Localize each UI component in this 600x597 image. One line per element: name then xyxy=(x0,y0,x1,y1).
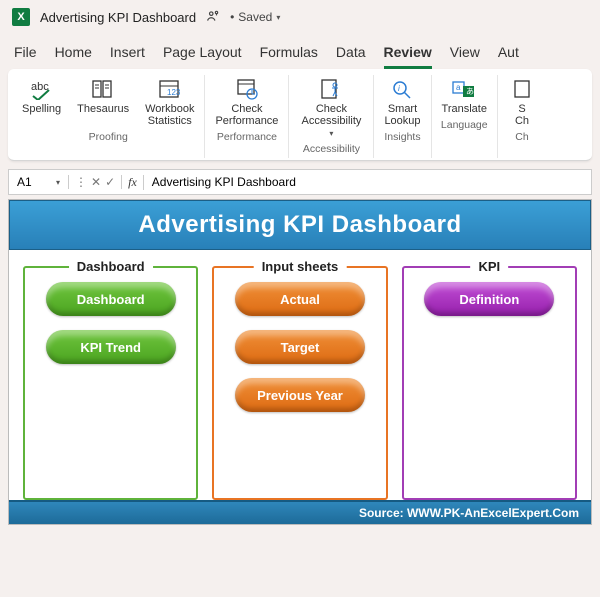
panel-input-sheets: Input sheets Actual Target Previous Year xyxy=(212,266,387,500)
panel-title-input: Input sheets xyxy=(254,259,347,274)
thesaurus-icon xyxy=(89,77,117,101)
document-title: Advertising KPI Dashboard xyxy=(40,10,196,25)
btn-actual[interactable]: Actual xyxy=(235,282,365,316)
svg-text:あ: あ xyxy=(466,87,474,96)
dashboard-footer: Source: WWW.PK-AnExcelExpert.Com xyxy=(9,500,591,524)
tab-automate[interactable]: Aut xyxy=(498,44,519,69)
name-box[interactable]: A1 ▾ xyxy=(9,175,69,189)
tab-page-layout[interactable]: Page Layout xyxy=(163,44,242,69)
btn-previous-year[interactable]: Previous Year xyxy=(235,378,365,412)
saved-status[interactable]: •Saved ▾ xyxy=(230,10,280,24)
excel-logo-icon: X xyxy=(12,8,30,26)
formula-bar-buttons: ⋮ ✕ ✓ xyxy=(69,175,122,189)
performance-icon xyxy=(233,77,261,101)
group-insights: i Smart Lookup Insights xyxy=(374,75,431,158)
group-label-accessibility: Accessibility xyxy=(303,143,360,158)
panel-dashboard: Dashboard Dashboard KPI Trend xyxy=(23,266,198,500)
check-accessibility-button[interactable]: Check Accessibility ▾ xyxy=(295,75,367,141)
ribbon-tabs: File Home Insert Page Layout Formulas Da… xyxy=(0,34,600,69)
chevron-down-icon: ▾ xyxy=(276,13,280,22)
changes-icon xyxy=(508,77,536,101)
ribbon-body: abc Spelling Thesaurus 123 Workbook Stat… xyxy=(8,69,592,161)
tab-review[interactable]: Review xyxy=(384,44,432,69)
workbook-statistics-button[interactable]: 123 Workbook Statistics xyxy=(141,75,198,129)
thesaurus-button[interactable]: Thesaurus xyxy=(73,75,133,129)
enter-icon[interactable]: ✓ xyxy=(105,175,115,189)
title-bar: X Advertising KPI Dashboard •Saved ▾ xyxy=(0,0,600,34)
tab-file[interactable]: File xyxy=(14,44,37,69)
group-performance: Check Performance Performance xyxy=(205,75,289,158)
formula-bar-input[interactable]: Advertising KPI Dashboard xyxy=(144,175,591,189)
group-label-insights: Insights xyxy=(384,131,420,146)
tab-formulas[interactable]: Formulas xyxy=(260,44,318,69)
btn-definition[interactable]: Definition xyxy=(424,282,554,316)
check-performance-button[interactable]: Check Performance xyxy=(211,75,282,129)
saved-label: Saved xyxy=(238,10,272,24)
svg-text:a: a xyxy=(456,83,461,92)
group-label-language: Language xyxy=(441,119,488,134)
translate-button[interactable]: aあ Translate xyxy=(438,75,491,117)
show-changes-button[interactable]: S Ch xyxy=(504,75,540,129)
svg-text:i: i xyxy=(398,84,400,93)
group-proofing: abc Spelling Thesaurus 123 Workbook Stat… xyxy=(12,75,205,158)
accessibility-icon xyxy=(317,77,345,101)
translate-icon: aあ xyxy=(450,77,478,101)
statistics-icon: 123 xyxy=(156,77,184,101)
dashboard-header: Advertising KPI Dashboard xyxy=(9,200,591,250)
spelling-button[interactable]: abc Spelling xyxy=(18,75,65,129)
tab-data[interactable]: Data xyxy=(336,44,366,69)
cancel-icon[interactable]: ✕ xyxy=(91,175,101,189)
chevron-down-icon: ▾ xyxy=(56,178,60,187)
panel-title-dashboard: Dashboard xyxy=(69,259,153,274)
group-accessibility: Check Accessibility ▾ Accessibility xyxy=(289,75,374,158)
tab-insert[interactable]: Insert xyxy=(110,44,145,69)
btn-target[interactable]: Target xyxy=(235,330,365,364)
dashboard-body: Dashboard Dashboard KPI Trend Input shee… xyxy=(9,250,591,500)
chevron-down-icon: ▾ xyxy=(329,129,333,138)
group-label-changes: Ch xyxy=(515,131,528,146)
group-label-proofing: Proofing xyxy=(89,131,128,146)
share-icon[interactable] xyxy=(206,9,220,26)
group-label-performance: Performance xyxy=(217,131,277,146)
formula-bar-more-icon[interactable]: ⋮ xyxy=(75,175,87,189)
spreadsheet-canvas: Advertising KPI Dashboard Dashboard Dash… xyxy=(8,199,592,525)
group-language: aあ Translate Language xyxy=(432,75,498,158)
tab-home[interactable]: Home xyxy=(55,44,92,69)
panel-title-kpi: KPI xyxy=(470,259,508,274)
btn-kpi-trend[interactable]: KPI Trend xyxy=(46,330,176,364)
svg-text:123: 123 xyxy=(167,88,181,97)
group-changes: S Ch Ch xyxy=(498,75,546,158)
smart-lookup-button[interactable]: i Smart Lookup xyxy=(380,75,424,129)
smart-lookup-icon: i xyxy=(388,77,416,101)
formula-bar: A1 ▾ ⋮ ✕ ✓ fx Advertising KPI Dashboard xyxy=(8,169,592,195)
spelling-icon: abc xyxy=(28,77,56,101)
fx-icon[interactable]: fx xyxy=(122,175,144,190)
tab-view[interactable]: View xyxy=(450,44,480,69)
btn-dashboard[interactable]: Dashboard xyxy=(46,282,176,316)
panel-kpi: KPI Definition xyxy=(402,266,577,500)
